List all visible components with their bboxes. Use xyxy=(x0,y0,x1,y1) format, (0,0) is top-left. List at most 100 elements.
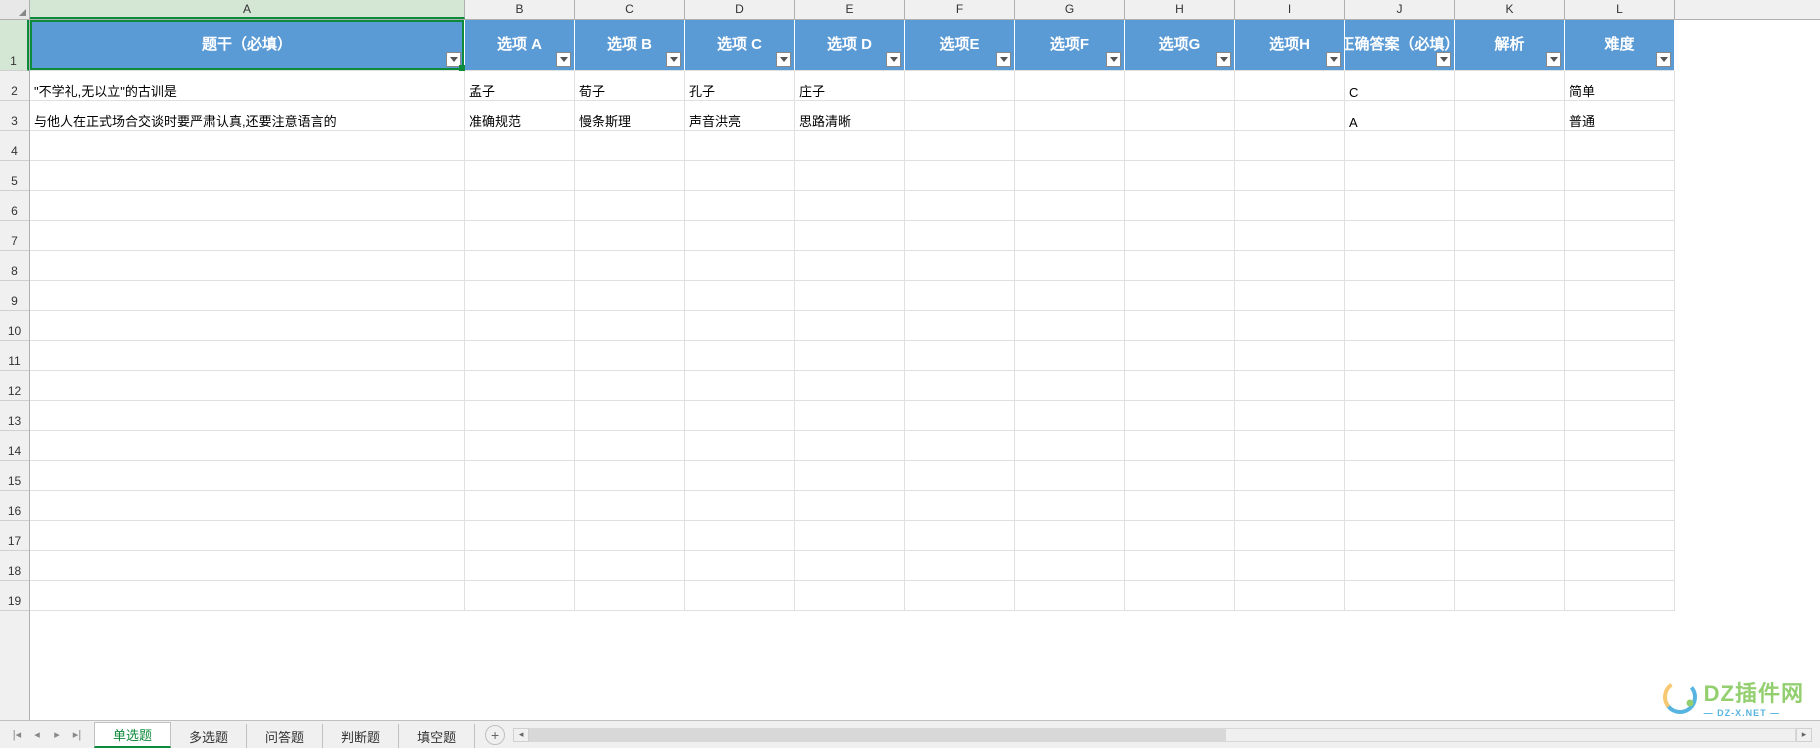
cell-J7[interactable] xyxy=(1345,221,1455,251)
cell-D6[interactable] xyxy=(685,191,795,221)
cell-F11[interactable] xyxy=(905,341,1015,371)
row-header-19[interactable]: 19 xyxy=(0,581,29,611)
cell-I2[interactable] xyxy=(1235,71,1345,101)
cell-K16[interactable] xyxy=(1455,491,1565,521)
filter-dropdown-icon[interactable] xyxy=(1106,52,1121,67)
cell-I12[interactable] xyxy=(1235,371,1345,401)
cell-H13[interactable] xyxy=(1125,401,1235,431)
row-header-11[interactable]: 11 xyxy=(0,341,29,371)
cell-C8[interactable] xyxy=(575,251,685,281)
cell-J5[interactable] xyxy=(1345,161,1455,191)
hscroll-right-button[interactable]: ▸ xyxy=(1796,728,1812,742)
cell-H14[interactable] xyxy=(1125,431,1235,461)
cell-A6[interactable] xyxy=(30,191,465,221)
cell-D8[interactable] xyxy=(685,251,795,281)
select-all-corner[interactable] xyxy=(0,0,30,19)
cell-B15[interactable] xyxy=(465,461,575,491)
cell-I7[interactable] xyxy=(1235,221,1345,251)
cell-B19[interactable] xyxy=(465,581,575,611)
filter-dropdown-icon[interactable] xyxy=(556,52,571,67)
cell-K7[interactable] xyxy=(1455,221,1565,251)
row-header-7[interactable]: 7 xyxy=(0,221,29,251)
cell-B1[interactable]: 选项 A xyxy=(465,20,575,71)
cell-A3[interactable]: 与他人在正式场合交谈时要严肃认真,还要注意语言的 xyxy=(30,101,465,131)
cell-D11[interactable] xyxy=(685,341,795,371)
cell-H6[interactable] xyxy=(1125,191,1235,221)
cell-J18[interactable] xyxy=(1345,551,1455,581)
cell-A8[interactable] xyxy=(30,251,465,281)
cell-D3[interactable]: 声音洪亮 xyxy=(685,101,795,131)
cell-C15[interactable] xyxy=(575,461,685,491)
cell-J2[interactable]: C xyxy=(1345,71,1455,101)
cell-J17[interactable] xyxy=(1345,521,1455,551)
cell-B8[interactable] xyxy=(465,251,575,281)
cell-K3[interactable] xyxy=(1455,101,1565,131)
cell-D13[interactable] xyxy=(685,401,795,431)
cell-H4[interactable] xyxy=(1125,131,1235,161)
cell-L9[interactable] xyxy=(1565,281,1675,311)
cell-K18[interactable] xyxy=(1455,551,1565,581)
sheet-tab-1[interactable]: 多选题 xyxy=(171,724,247,748)
column-header-I[interactable]: I xyxy=(1235,0,1345,19)
filter-dropdown-icon[interactable] xyxy=(666,52,681,67)
cell-F18[interactable] xyxy=(905,551,1015,581)
cell-H15[interactable] xyxy=(1125,461,1235,491)
row-header-9[interactable]: 9 xyxy=(0,281,29,311)
cell-I5[interactable] xyxy=(1235,161,1345,191)
cell-E10[interactable] xyxy=(795,311,905,341)
column-header-E[interactable]: E xyxy=(795,0,905,19)
cell-E17[interactable] xyxy=(795,521,905,551)
cell-D18[interactable] xyxy=(685,551,795,581)
cell-K10[interactable] xyxy=(1455,311,1565,341)
cell-J1[interactable]: 正确答案（必填） xyxy=(1345,20,1455,71)
cell-L17[interactable] xyxy=(1565,521,1675,551)
cell-A18[interactable] xyxy=(30,551,465,581)
cell-J9[interactable] xyxy=(1345,281,1455,311)
cell-L6[interactable] xyxy=(1565,191,1675,221)
cell-A11[interactable] xyxy=(30,341,465,371)
cell-H16[interactable] xyxy=(1125,491,1235,521)
cell-F1[interactable]: 选项E xyxy=(905,20,1015,71)
cell-L13[interactable] xyxy=(1565,401,1675,431)
cell-B13[interactable] xyxy=(465,401,575,431)
cell-B12[interactable] xyxy=(465,371,575,401)
cell-C10[interactable] xyxy=(575,311,685,341)
cell-D2[interactable]: 孔子 xyxy=(685,71,795,101)
cell-E3[interactable]: 思路清晰 xyxy=(795,101,905,131)
cell-G9[interactable] xyxy=(1015,281,1125,311)
cell-I15[interactable] xyxy=(1235,461,1345,491)
cell-F5[interactable] xyxy=(905,161,1015,191)
cell-A14[interactable] xyxy=(30,431,465,461)
cell-H8[interactable] xyxy=(1125,251,1235,281)
cell-L10[interactable] xyxy=(1565,311,1675,341)
cell-J10[interactable] xyxy=(1345,311,1455,341)
cell-B3[interactable]: 准确规范 xyxy=(465,101,575,131)
column-header-B[interactable]: B xyxy=(465,0,575,19)
cell-J3[interactable]: A xyxy=(1345,101,1455,131)
row-header-17[interactable]: 17 xyxy=(0,521,29,551)
cell-J6[interactable] xyxy=(1345,191,1455,221)
cell-F14[interactable] xyxy=(905,431,1015,461)
cell-H11[interactable] xyxy=(1125,341,1235,371)
cell-G7[interactable] xyxy=(1015,221,1125,251)
cell-A4[interactable] xyxy=(30,131,465,161)
cell-B16[interactable] xyxy=(465,491,575,521)
cell-L1[interactable]: 难度 xyxy=(1565,20,1675,71)
cell-A10[interactable] xyxy=(30,311,465,341)
cell-F8[interactable] xyxy=(905,251,1015,281)
sheet-tab-3[interactable]: 判断题 xyxy=(323,724,399,748)
cell-D9[interactable] xyxy=(685,281,795,311)
cell-H19[interactable] xyxy=(1125,581,1235,611)
cell-E5[interactable] xyxy=(795,161,905,191)
hscroll-thumb[interactable] xyxy=(530,729,1226,741)
cell-E9[interactable] xyxy=(795,281,905,311)
cell-H3[interactable] xyxy=(1125,101,1235,131)
cell-E1[interactable]: 选项 D xyxy=(795,20,905,71)
cell-B11[interactable] xyxy=(465,341,575,371)
cell-D4[interactable] xyxy=(685,131,795,161)
cell-F3[interactable] xyxy=(905,101,1015,131)
cell-F2[interactable] xyxy=(905,71,1015,101)
cell-I9[interactable] xyxy=(1235,281,1345,311)
cell-L19[interactable] xyxy=(1565,581,1675,611)
cell-H17[interactable] xyxy=(1125,521,1235,551)
